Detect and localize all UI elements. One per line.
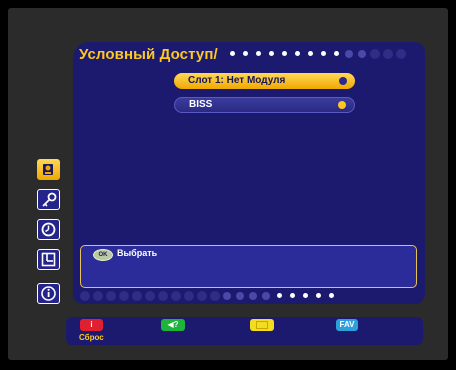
menu-item-label: BISS xyxy=(189,99,213,110)
color-key-bar xyxy=(66,317,423,345)
red-key-label: i xyxy=(90,320,93,329)
dot xyxy=(290,293,295,298)
menu-item-slot1[interactable]: Слот 1: Нет Модуля xyxy=(174,73,355,89)
dot xyxy=(345,50,353,58)
dot xyxy=(223,292,231,300)
sidebar-item-conditional-access[interactable] xyxy=(37,159,60,180)
ok-hint-label: Выбрать xyxy=(117,248,158,258)
dot xyxy=(230,51,235,56)
dot xyxy=(308,51,313,56)
dot xyxy=(145,291,155,301)
dot xyxy=(334,51,339,56)
dot xyxy=(197,291,207,301)
dot xyxy=(210,291,220,301)
dot xyxy=(119,291,129,301)
ok-button-icon: OK xyxy=(93,249,113,261)
dot xyxy=(249,292,257,300)
pip-icon xyxy=(256,321,268,329)
dot xyxy=(277,293,282,298)
dot xyxy=(321,51,326,56)
bullet-icon xyxy=(338,101,346,109)
dot xyxy=(256,51,261,56)
dot xyxy=(358,50,366,58)
dot xyxy=(80,291,90,301)
green-key-button[interactable]: ◀? xyxy=(161,319,185,331)
dot xyxy=(262,292,270,300)
fav-key-label: FAV xyxy=(339,320,355,329)
page-title: Условный Доступ/ xyxy=(79,46,218,63)
yellow-key-button[interactable] xyxy=(250,319,274,331)
menu-item-biss[interactable]: BISS xyxy=(174,97,355,113)
dot xyxy=(370,49,380,59)
audio-key-label: ◀? xyxy=(167,320,179,329)
menu-item-label: Слот 1: Нет Модуля xyxy=(188,75,286,86)
reset-label: Сброс xyxy=(79,333,104,342)
camera-icon xyxy=(43,164,53,175)
dot xyxy=(243,51,248,56)
dot xyxy=(282,51,287,56)
dot xyxy=(295,51,300,56)
dot xyxy=(184,291,194,301)
dot xyxy=(171,291,181,301)
help-box: OK Выбрать xyxy=(80,245,417,288)
sidebar-item-keys[interactable] xyxy=(37,189,60,210)
layout-icon xyxy=(41,252,56,267)
dot xyxy=(329,293,334,298)
dot xyxy=(303,293,308,298)
dot xyxy=(158,291,168,301)
dot xyxy=(236,292,244,300)
dot xyxy=(396,49,406,59)
clock-icon xyxy=(41,222,56,237)
sidebar-item-layout[interactable] xyxy=(37,249,60,270)
dot xyxy=(316,293,321,298)
sidebar-item-time[interactable] xyxy=(37,219,60,240)
dot xyxy=(106,291,116,301)
sidebar-item-info[interactable] xyxy=(37,283,60,304)
dot xyxy=(383,49,393,59)
key-icon xyxy=(42,192,57,207)
red-key-button[interactable]: i xyxy=(80,319,103,331)
bullet-icon xyxy=(339,77,347,85)
fav-key-button[interactable]: FAV xyxy=(336,319,358,331)
dot xyxy=(269,51,274,56)
dot xyxy=(132,291,142,301)
dot xyxy=(93,291,103,301)
info-icon xyxy=(41,286,56,301)
